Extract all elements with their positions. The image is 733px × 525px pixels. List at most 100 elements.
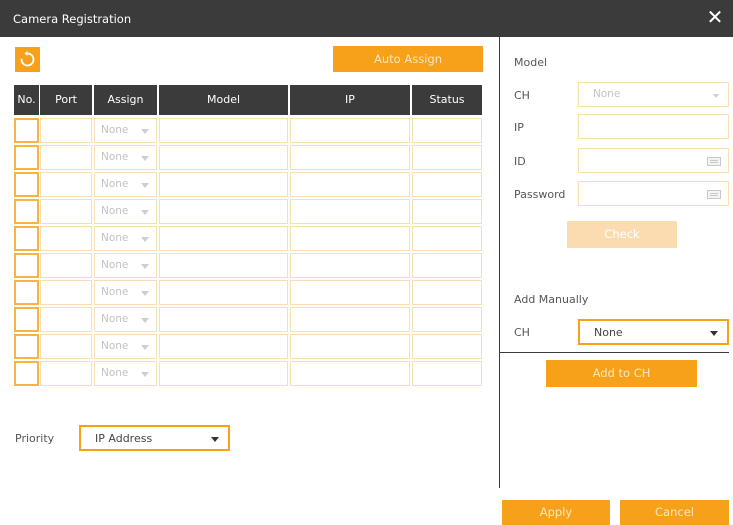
ip-cell [290, 307, 410, 332]
id-field[interactable] [578, 148, 729, 173]
assign-select[interactable]: None [94, 118, 157, 143]
ip-cell [290, 145, 410, 170]
port-cell [40, 280, 92, 305]
row-select-checkbox[interactable] [14, 226, 39, 251]
panel-divider [499, 37, 500, 488]
id-label: ID [514, 155, 526, 168]
ch-select-value: None [593, 88, 621, 100]
status-cell [412, 307, 482, 332]
model-heading: Model [514, 56, 548, 69]
status-cell [412, 253, 482, 278]
ip-cell [290, 172, 410, 197]
chevron-down-icon [141, 345, 149, 350]
column-header-ip: IP [290, 85, 410, 115]
assign-select[interactable]: None [94, 253, 157, 278]
ip-cell [290, 199, 410, 224]
column-header-assign: Assign [94, 85, 157, 115]
add-manually-ch-select[interactable]: None [578, 319, 729, 345]
ip-cell [290, 280, 410, 305]
row-select-checkbox[interactable] [14, 280, 39, 305]
keyboard-icon[interactable] [707, 157, 721, 166]
row-select-checkbox[interactable] [14, 172, 39, 197]
check-button[interactable]: Check [567, 221, 677, 248]
priority-value: IP Address [95, 432, 153, 445]
assign-value: None [101, 340, 129, 352]
model-cell [159, 199, 288, 224]
port-cell [40, 307, 92, 332]
port-cell [40, 118, 92, 143]
model-cell [159, 145, 288, 170]
row-select-checkbox[interactable] [14, 334, 39, 359]
assign-select[interactable]: None [94, 334, 157, 359]
ip-field[interactable] [578, 114, 729, 139]
password-field[interactable] [578, 181, 729, 206]
password-label: Password [514, 188, 566, 201]
assign-select[interactable]: None [94, 226, 157, 251]
assign-select[interactable]: None [94, 172, 157, 197]
ip-cell [290, 253, 410, 278]
close-icon[interactable]: ✕ [705, 7, 725, 27]
assign-select[interactable]: None [94, 280, 157, 305]
status-cell [412, 118, 482, 143]
assign-select[interactable]: None [94, 361, 157, 386]
assign-value: None [101, 367, 129, 379]
chevron-down-icon [141, 129, 149, 134]
model-cell [159, 334, 288, 359]
cancel-button[interactable]: Cancel [620, 500, 729, 525]
row-select-checkbox[interactable] [14, 199, 39, 224]
add-manually-ch-label: CH [514, 326, 530, 339]
column-header-no: No. [14, 85, 39, 115]
ip-cell [290, 118, 410, 143]
chevron-down-icon [141, 210, 149, 215]
ch-select[interactable]: None [578, 82, 729, 107]
refresh-icon[interactable] [15, 47, 40, 72]
port-cell [40, 145, 92, 170]
model-cell [159, 361, 288, 386]
assign-select[interactable]: None [94, 199, 157, 224]
assign-value: None [101, 313, 129, 325]
assign-value: None [101, 124, 129, 136]
window-title: Camera Registration [13, 12, 132, 26]
assign-value: None [101, 205, 129, 217]
chevron-down-icon [211, 437, 219, 442]
column-header-status: Status [412, 85, 482, 115]
ip-label: IP [514, 121, 524, 134]
assign-value: None [101, 286, 129, 298]
assign-value: None [101, 178, 129, 190]
port-cell [40, 253, 92, 278]
section-divider [500, 352, 729, 353]
assign-value: None [101, 259, 129, 271]
title-bar: Camera Registration ✕ [0, 0, 733, 37]
keyboard-icon[interactable] [707, 190, 721, 199]
add-to-ch-button[interactable]: Add to CH [546, 360, 697, 387]
chevron-down-icon [141, 291, 149, 296]
model-cell [159, 118, 288, 143]
chevron-down-icon [141, 156, 149, 161]
chevron-down-icon [141, 264, 149, 269]
assign-select[interactable]: None [94, 145, 157, 170]
row-select-checkbox[interactable] [14, 145, 39, 170]
chevron-down-icon [710, 331, 718, 336]
status-cell [412, 361, 482, 386]
port-cell [40, 172, 92, 197]
ip-cell [290, 361, 410, 386]
model-cell [159, 280, 288, 305]
assign-select[interactable]: None [94, 307, 157, 332]
port-cell [40, 199, 92, 224]
status-cell [412, 334, 482, 359]
port-cell [40, 361, 92, 386]
row-select-checkbox[interactable] [14, 253, 39, 278]
ip-cell [290, 226, 410, 251]
priority-select[interactable]: IP Address [79, 425, 230, 451]
row-select-checkbox[interactable] [14, 118, 39, 143]
auto-assign-button[interactable]: Auto Assign [333, 46, 483, 72]
status-cell [412, 280, 482, 305]
row-select-checkbox[interactable] [14, 361, 39, 386]
row-select-checkbox[interactable] [14, 307, 39, 332]
apply-button[interactable]: Apply [502, 500, 610, 525]
add-manually-ch-value: None [594, 326, 623, 339]
chevron-down-icon [141, 318, 149, 323]
column-header-port: Port [40, 85, 92, 115]
ip-cell [290, 334, 410, 359]
chevron-down-icon [713, 94, 719, 98]
